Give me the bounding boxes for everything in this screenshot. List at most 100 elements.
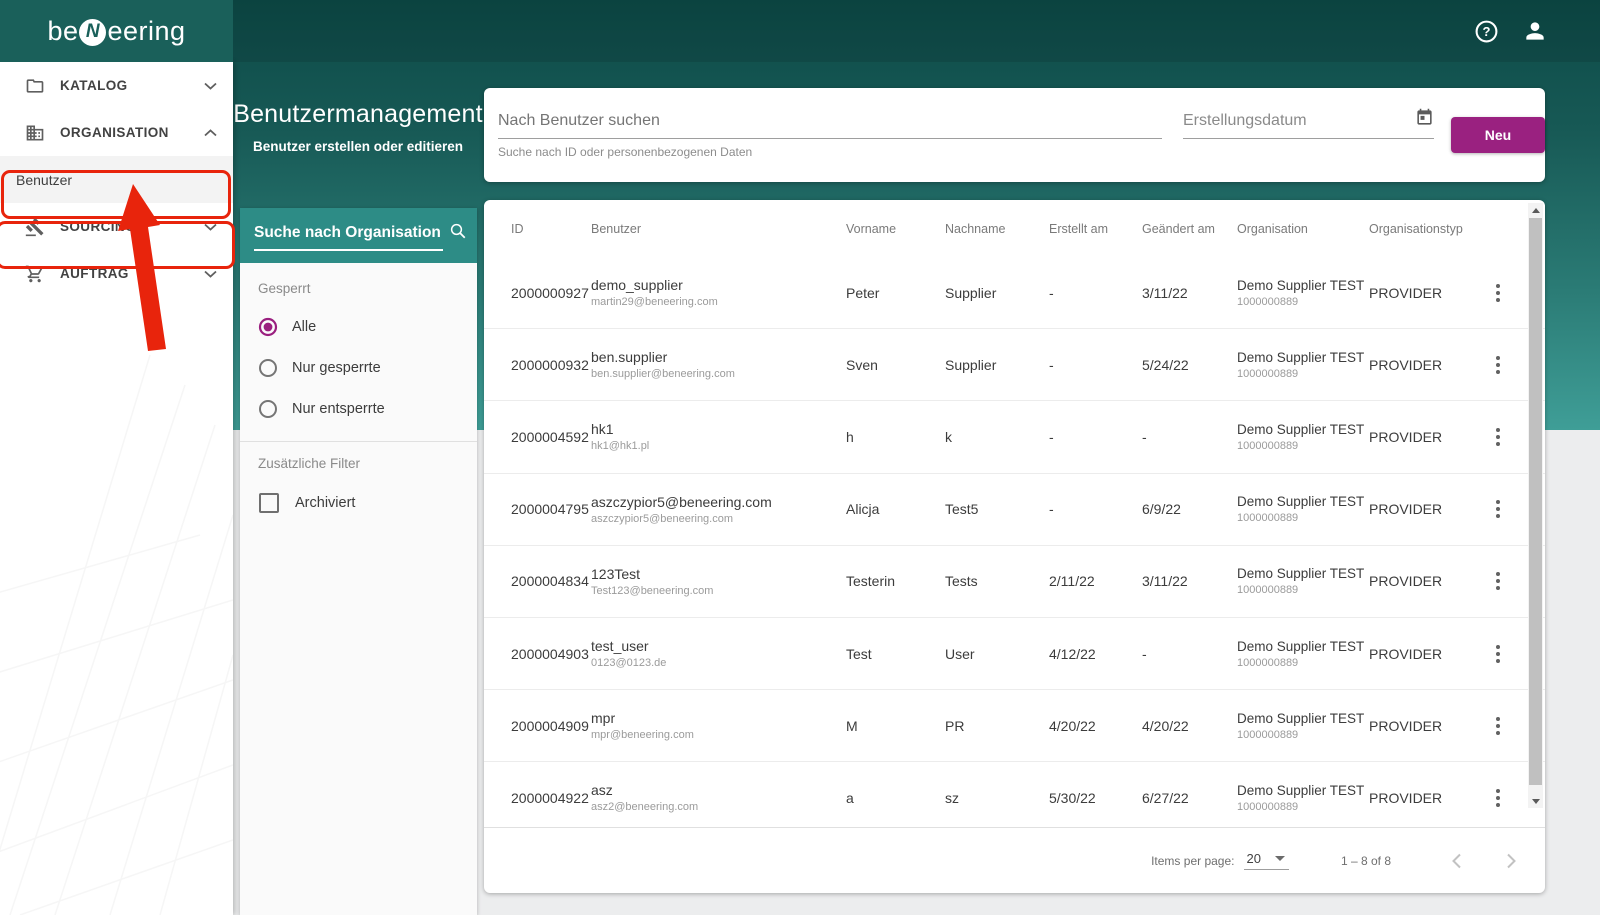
radio-alle[interactable]: Alle (240, 306, 477, 347)
checkbox-icon (259, 493, 279, 513)
row-menu-button[interactable] (1492, 639, 1504, 669)
cell-benutzer: mpr mpr@beneering.com (591, 710, 846, 741)
cell-erstellt-am: - (1049, 429, 1142, 445)
cell-erstellt-am: - (1049, 285, 1142, 301)
scrollbar-thumb[interactable] (1529, 218, 1542, 785)
page-header: Benutzermanagement Benutzer erstellen od… (233, 100, 483, 154)
cell-erstellt-am: 2/11/22 (1049, 573, 1142, 589)
column-header-id[interactable]: ID (511, 222, 591, 236)
filter-section-gesperrt: Gesperrt (240, 281, 477, 296)
sidebar-item-auftrag[interactable]: AUFTRAG (0, 250, 233, 297)
cart-icon (24, 264, 46, 284)
column-header-erstellt-am[interactable]: Erstellt am (1049, 222, 1142, 236)
cell-id: 2000004795 (511, 501, 591, 517)
divider (240, 441, 477, 442)
row-menu-button[interactable] (1492, 783, 1504, 813)
sidebar-item-sourcing[interactable]: SOURCING (0, 203, 233, 250)
cell-organisationstyp: PROVIDER (1369, 357, 1474, 373)
row-menu-button[interactable] (1492, 711, 1504, 741)
row-menu-button[interactable] (1492, 422, 1504, 452)
user-email: Test123@beneering.com (591, 585, 846, 597)
cell-erstellt-am: 5/30/22 (1049, 790, 1142, 806)
table-row[interactable]: 2000004909 mpr mpr@beneering.com M PR 4/… (484, 690, 1545, 762)
row-menu-button[interactable] (1492, 350, 1504, 380)
cell-organisation: Demo Supplier TEST 1000000889 (1237, 783, 1369, 813)
cell-nachname: Supplier (945, 285, 1049, 301)
search-icon[interactable] (449, 222, 467, 245)
chevron-down-icon (203, 82, 217, 90)
cell-geaendert-am: 3/11/22 (1142, 573, 1237, 589)
table-row[interactable]: 2000000927 demo_supplier martin29@beneer… (484, 257, 1545, 329)
user-avatar-icon[interactable] (1522, 18, 1548, 44)
logo-text-pre: be (47, 16, 78, 47)
organisation-name: Demo Supplier TEST (1237, 639, 1369, 654)
sidebar-item-label: SOURCING (60, 219, 203, 234)
sidebar-subitem-label: Benutzer (16, 172, 72, 188)
items-per-page-label: Items per page: (1151, 854, 1234, 868)
organisation-name: Demo Supplier TEST (1237, 422, 1369, 437)
scroll-down-icon[interactable] (1528, 794, 1543, 808)
checkbox-label: Archiviert (295, 495, 355, 511)
user-search-input[interactable] (498, 106, 1162, 139)
cell-organisation: Demo Supplier TEST 1000000889 (1237, 711, 1369, 741)
cell-geaendert-am: 5/24/22 (1142, 357, 1237, 373)
sidebar-item-organisation[interactable]: ORGANISATION (0, 109, 233, 156)
row-menu-button[interactable] (1492, 566, 1504, 596)
cell-vorname: Sven (846, 357, 945, 373)
radio-unselected-icon (258, 358, 278, 378)
building-icon (24, 123, 46, 143)
radio-nur-gesperrte[interactable]: Nur gesperrte (240, 347, 477, 388)
help-icon[interactable]: ? (1474, 19, 1499, 44)
table-row[interactable]: 2000004903 test_user 0123@0123.de Test U… (484, 618, 1545, 690)
column-header-organisation[interactable]: Organisation (1237, 222, 1369, 236)
username: test_user (591, 638, 846, 654)
items-per-page-select[interactable]: 20 (1244, 851, 1288, 870)
scroll-up-icon[interactable] (1528, 203, 1543, 217)
org-search-input[interactable] (254, 220, 443, 251)
radio-label: Nur entsperrte (292, 401, 385, 417)
creation-date-input[interactable] (1183, 106, 1415, 132)
column-header-organisationstyp[interactable]: Organisationstyp (1369, 222, 1474, 236)
sidebar-item-katalog[interactable]: KATALOG (0, 62, 233, 109)
sidebar-item-label: AUFTRAG (60, 266, 203, 281)
prev-page-button[interactable] (1451, 853, 1462, 869)
cell-organisation: Demo Supplier TEST 1000000889 (1237, 422, 1369, 452)
organisation-name: Demo Supplier TEST (1237, 711, 1369, 726)
user-email: mpr@beneering.com (591, 729, 846, 741)
username: asz (591, 782, 846, 798)
new-button[interactable]: Neu (1451, 117, 1545, 153)
table-scrollbar[interactable] (1528, 203, 1543, 808)
sidebar-item-label: KATALOG (60, 78, 203, 93)
sidebar-item-benutzer[interactable]: Benutzer (0, 156, 233, 203)
cell-organisationstyp: PROVIDER (1369, 285, 1474, 301)
column-header-vorname[interactable]: Vorname (846, 222, 945, 236)
user-email: hk1@hk1.pl (591, 440, 846, 452)
table-row[interactable]: 2000000932 ben.supplier ben.supplier@ben… (484, 329, 1545, 401)
organisation-id: 1000000889 (1237, 584, 1369, 596)
organisation-id: 1000000889 (1237, 729, 1369, 741)
table-row[interactable]: 2000004795 aszczypior5@beneering.com asz… (484, 474, 1545, 546)
checkbox-archiviert[interactable]: Archiviert (240, 481, 477, 525)
cell-nachname: sz (945, 790, 1049, 806)
calendar-icon[interactable] (1415, 108, 1434, 132)
cell-nachname: User (945, 646, 1049, 662)
table-row[interactable]: 2000004592 hk1 hk1@hk1.pl h k - - Demo S… (484, 401, 1545, 473)
page-title: Benutzermanagement (233, 100, 483, 129)
cell-vorname: h (846, 429, 945, 445)
row-menu-button[interactable] (1492, 494, 1504, 524)
table-row[interactable]: 2000004922 asz asz2@beneering.com a sz 5… (484, 762, 1545, 833)
column-header-geaendert-am[interactable]: Geändert am (1142, 222, 1237, 236)
table-row[interactable]: 2000004834 123Test Test123@beneering.com… (484, 546, 1545, 618)
radio-nur-entsperrte[interactable]: Nur entsperrte (240, 388, 477, 429)
row-menu-button[interactable] (1492, 278, 1504, 308)
brand-logo[interactable]: be N eering (0, 0, 233, 62)
username: hk1 (591, 421, 846, 437)
organisation-name: Demo Supplier TEST (1237, 278, 1369, 293)
cell-erstellt-am: - (1049, 501, 1142, 517)
organisation-name: Demo Supplier TEST (1237, 783, 1369, 798)
cell-geaendert-am: - (1142, 646, 1237, 662)
username: mpr (591, 710, 846, 726)
column-header-benutzer[interactable]: Benutzer (591, 222, 846, 236)
column-header-nachname[interactable]: Nachname (945, 222, 1049, 236)
next-page-button[interactable] (1506, 853, 1517, 869)
